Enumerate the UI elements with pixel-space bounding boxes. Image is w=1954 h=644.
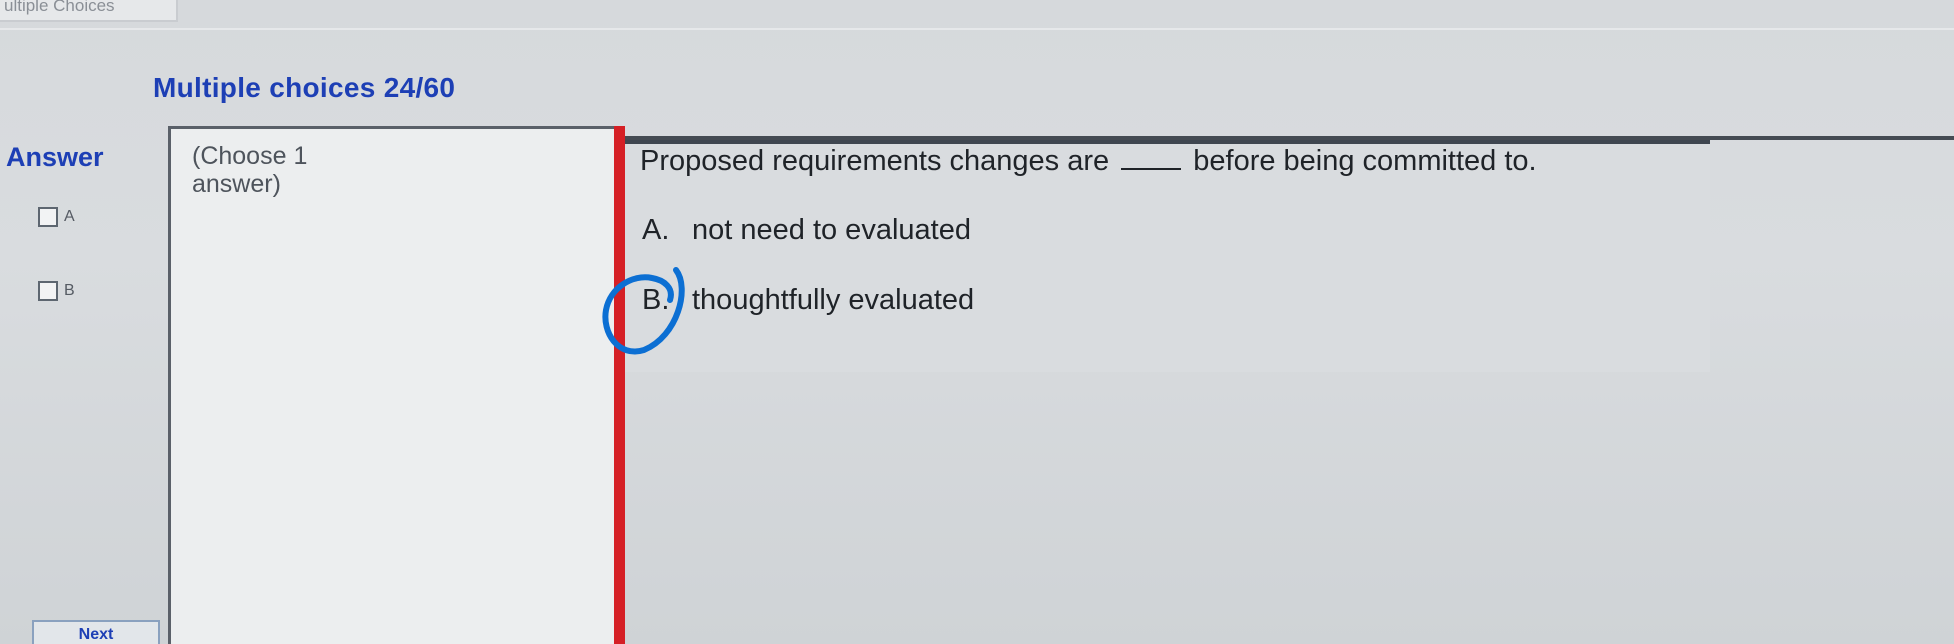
choice-text: thoughtfully evaluated [692, 284, 975, 316]
next-button[interactable]: Next [32, 620, 160, 644]
choose-instruction: (Choose 1 answer) [192, 142, 308, 198]
question-text: Proposed requirements changes are before… [640, 145, 1537, 178]
checkbox-box[interactable] [38, 281, 58, 301]
question-suffix: before being committed to. [1193, 145, 1537, 177]
question-blank [1121, 150, 1182, 170]
choice-letter: A. [642, 214, 670, 246]
page-title: Multiple choices 24/60 [153, 72, 456, 103]
answer-checkbox-a[interactable]: A [38, 207, 75, 227]
top-tab-label: ultiple Choices [4, 0, 115, 15]
checkbox-box[interactable] [38, 207, 58, 227]
answer-checkbox-b[interactable]: B [38, 281, 75, 301]
checkbox-letter: A [64, 208, 75, 225]
choice-text: not need to evaluated [692, 214, 971, 246]
panel-divider [614, 126, 625, 644]
top-divider [0, 28, 1954, 30]
answer-label: Answer [6, 142, 104, 172]
answer-panel [168, 126, 614, 644]
choice-a[interactable]: A. not need to evaluated [642, 214, 971, 247]
question-prefix: Proposed requirements changes are [640, 145, 1110, 177]
top-tab[interactable]: ultiple Choices [0, 0, 178, 22]
checkbox-letter: B [64, 282, 75, 299]
circle-mark-icon [602, 267, 685, 355]
